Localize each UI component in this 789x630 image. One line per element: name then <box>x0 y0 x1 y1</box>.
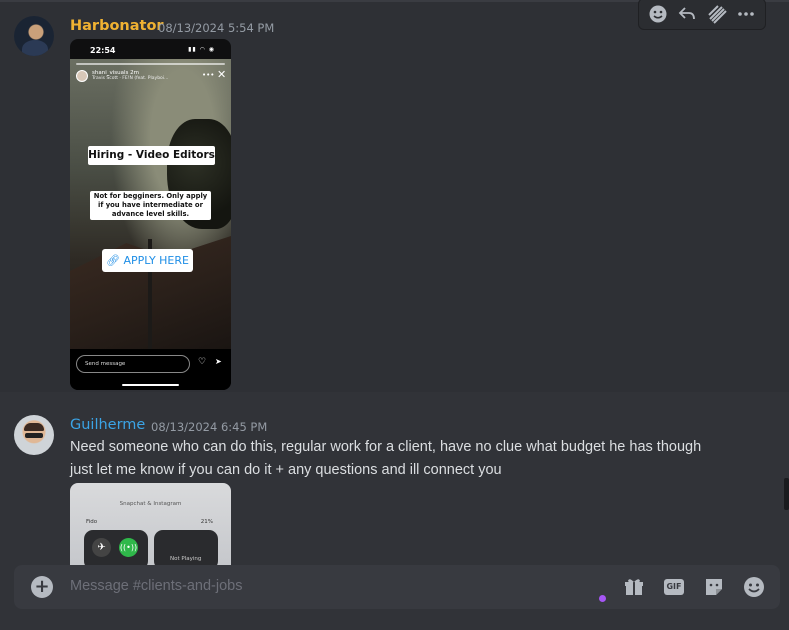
emoji-icon[interactable] <box>742 575 766 599</box>
story-song: Travis Scott · FE!N (feat. Playboi... <box>92 76 169 81</box>
sticker-icon[interactable] <box>702 575 726 599</box>
apply-label: APPLY HERE <box>123 254 189 267</box>
more-icon[interactable] <box>733 1 759 27</box>
apply-here-sticker: 🔗︎ APPLY HERE <box>102 249 193 272</box>
link-icon: 🔗︎ <box>106 254 120 267</box>
gift-icon[interactable] <box>622 575 646 599</box>
status-icons: ▮▮ ◠ ◉ <box>188 46 215 53</box>
username-harbonator[interactable]: Harbonator <box>70 18 164 34</box>
message-input[interactable]: Message #clients-and-jobs <box>70 578 242 594</box>
story-more-icon: ••• <box>202 71 215 79</box>
story-bottom-bar: Send message ♡ ➤ <box>70 349 231 390</box>
add-icon[interactable]: + <box>31 576 53 598</box>
close-icon: ✕ <box>217 68 227 81</box>
story-avatar <box>76 70 88 82</box>
gif-label: GIF <box>664 579 684 595</box>
send-message-field: Send message <box>76 355 190 373</box>
message-text: Need someone who can do this, regular wo… <box>70 439 702 478</box>
story-header: shani_visuals 2m Travis Scott · FE!N (fe… <box>76 70 168 82</box>
carrier-label: Fido <box>86 519 98 525</box>
username-guilherme[interactable]: Guilherme <box>70 417 145 433</box>
story-heading: Hiring - Video Editors <box>88 146 215 165</box>
scrollbar-thumb[interactable] <box>784 478 789 510</box>
message-toolbar <box>638 0 766 30</box>
notification-dot <box>599 595 606 602</box>
status-time: 22:54 <box>90 46 116 55</box>
timestamp: 08/13/2024 6:45 PM <box>151 420 268 434</box>
story-subtext: Not for begginers. Only apply if you hav… <box>90 191 211 220</box>
gif-icon[interactable]: GIF <box>662 575 686 599</box>
control-center-screenshot-attachment[interactable]: Snapchat & Instagram Fido 21% ✈ ((•)) No… <box>70 483 231 565</box>
forward-icon[interactable] <box>704 1 730 27</box>
heart-icon: ♡ <box>198 357 207 367</box>
story-progress-bar <box>76 63 225 65</box>
message-composer[interactable]: + Message #clients-and-jobs GIF <box>14 565 780 609</box>
screenshot-header: Snapchat & Instagram <box>119 501 182 507</box>
story-screenshot-attachment[interactable]: 22:54 ▮▮ ◠ ◉ shani_visuals 2m Travis Sco… <box>70 39 231 390</box>
home-indicator <box>122 384 179 386</box>
avatar-harbonator[interactable] <box>14 16 54 56</box>
airplane-icon: ✈ <box>92 538 111 557</box>
message-harbonator[interactable]: Harbonator 08/13/2024 5:54 PM 22:54 ▮▮ ◠… <box>0 0 789 392</box>
reply-icon[interactable] <box>674 1 700 27</box>
timestamp: 08/13/2024 5:54 PM <box>158 21 275 35</box>
now-playing-label: Not Playing <box>170 556 202 562</box>
add-reaction-icon[interactable] <box>645 1 671 27</box>
avatar-guilherme[interactable] <box>14 415 54 455</box>
cellular-icon: ((•)) <box>119 538 138 557</box>
battery-label: 21% <box>200 519 213 525</box>
send-icon: ➤ <box>215 357 222 366</box>
